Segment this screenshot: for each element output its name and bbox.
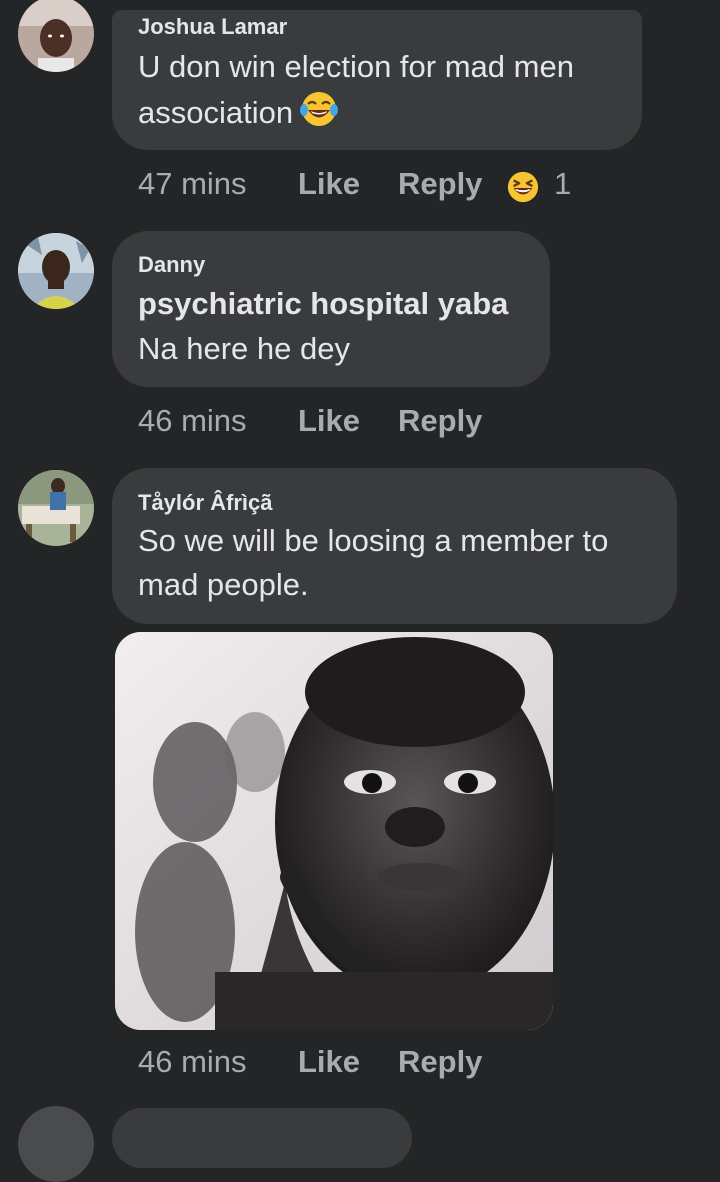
avatar[interactable]	[18, 0, 94, 72]
avatar[interactable]	[18, 1106, 94, 1182]
comment-author[interactable]: Danny	[138, 252, 205, 278]
reply-button[interactable]: Reply	[398, 166, 482, 202]
laughing-emoji	[507, 171, 539, 203]
tears-of-joy-emoji	[300, 92, 339, 126]
comment-bubble[interactable]: Tåylór Âfrìçã So we will be loosing a me…	[112, 468, 677, 624]
comment-text-line: U don win election for mad men	[138, 49, 574, 84]
reaction-count: 1	[554, 166, 572, 201]
like-button[interactable]: Like	[298, 403, 360, 439]
comment-text-line: psychiatric hospital yaba	[138, 286, 509, 321]
avatar[interactable]	[18, 233, 94, 309]
comment-text-line: Na here he dey	[138, 331, 350, 366]
comment-bubble[interactable]: Danny psychiatric hospital yaba Na here …	[112, 231, 550, 387]
avatar[interactable]	[18, 470, 94, 546]
comment-text-line: So we will be loosing a member to	[138, 523, 609, 558]
avatar-photo	[18, 470, 94, 546]
comment-author[interactable]: Tåylór Âfrìçã	[138, 490, 273, 516]
comment-author[interactable]: Joshua Lamar	[138, 14, 287, 40]
comment-bubble[interactable]	[112, 1108, 412, 1168]
comment-timestamp[interactable]: 46 mins	[138, 403, 247, 439]
like-button[interactable]: Like	[298, 1044, 360, 1080]
comment-text-line: mad people.	[138, 567, 309, 602]
avatar-photo	[18, 0, 94, 72]
avatar-photo	[18, 233, 94, 309]
comment-bubble[interactable]: Joshua Lamar U don win election for mad …	[112, 10, 642, 150]
black-and-white-child-photo	[115, 632, 553, 1030]
comment-timestamp[interactable]: 47 mins	[138, 166, 247, 202]
reply-button[interactable]: Reply	[398, 1044, 482, 1080]
comment-text-line: association	[138, 89, 339, 135]
like-button[interactable]: Like	[298, 166, 360, 202]
reply-button[interactable]: Reply	[398, 403, 482, 439]
comment-timestamp[interactable]: 46 mins	[138, 1044, 247, 1080]
comment-attachment-photo[interactable]	[115, 632, 553, 1030]
